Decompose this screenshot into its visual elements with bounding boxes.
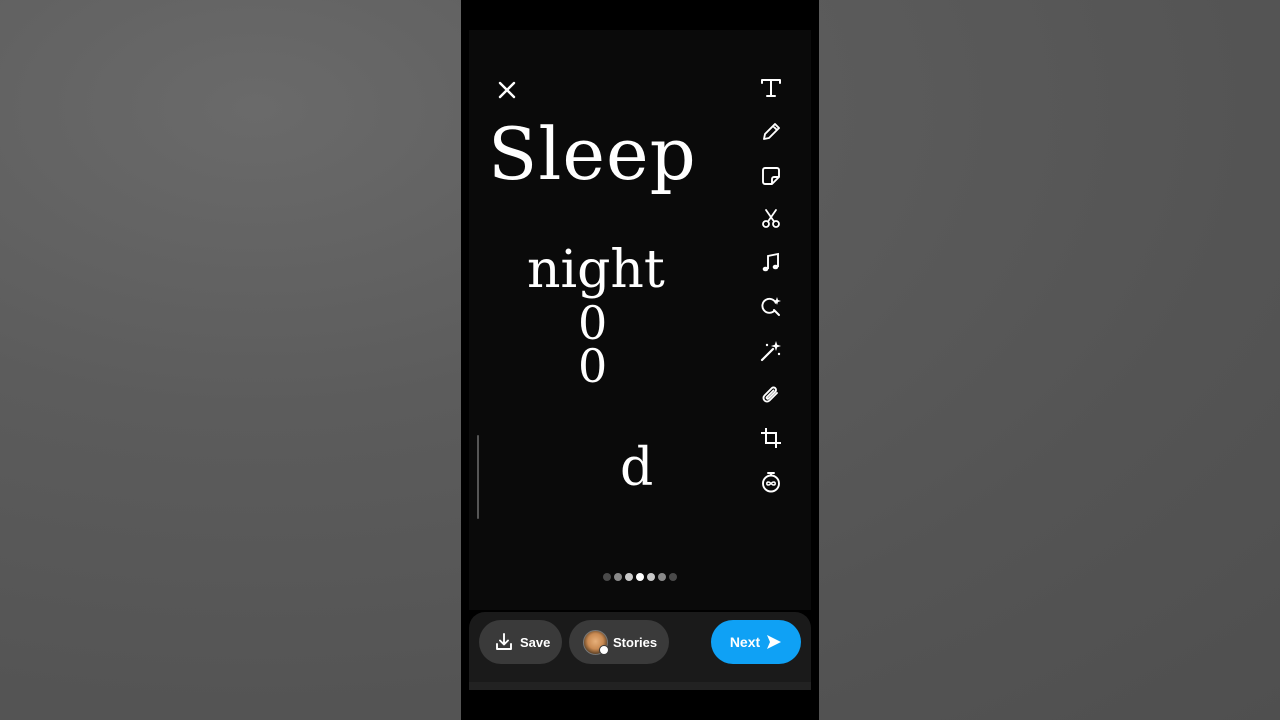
timer-tool-button[interactable] [758, 469, 784, 495]
scissors-icon [762, 209, 780, 229]
avatar [583, 629, 609, 655]
lens-tool-button[interactable] [758, 294, 784, 320]
magic-wand-icon [760, 340, 781, 361]
page-dot [625, 573, 633, 581]
download-icon [496, 633, 512, 650]
music-tool-button[interactable] [758, 250, 784, 276]
music-icon [762, 253, 779, 272]
text-icon [761, 79, 781, 97]
save-button[interactable]: Save [479, 620, 562, 664]
bottom-bar-strip [469, 682, 811, 690]
stories-button[interactable]: Stories [569, 620, 669, 664]
stories-label: Stories [613, 634, 658, 650]
page-dot [614, 573, 622, 581]
caption-letter-d[interactable]: d [620, 442, 653, 494]
page-dot [603, 573, 611, 581]
edge-scroll-handle[interactable] [477, 435, 479, 519]
next-button[interactable]: Next [711, 620, 801, 664]
phone-frame: Sleep night 0 0 d Save Stories Next [461, 0, 819, 720]
sticker-icon [762, 166, 780, 185]
editor-toolbar [758, 75, 784, 513]
bottom-action-bar: Save Stories Next [469, 612, 811, 690]
timer-icon [762, 472, 780, 493]
crop-tool-button[interactable] [758, 425, 784, 451]
save-label: Save [520, 634, 551, 650]
page-dot [647, 573, 655, 581]
crop-icon [761, 428, 781, 449]
scissors-tool-button[interactable] [758, 206, 784, 232]
text-tool-button[interactable] [758, 75, 784, 101]
page-dot-active [636, 573, 644, 581]
next-label: Next [729, 634, 761, 650]
caption-letter-o-2[interactable]: 0 [578, 343, 607, 389]
page-dot [669, 573, 677, 581]
close-icon [498, 81, 516, 99]
sticker-tool-button[interactable] [758, 163, 784, 189]
draw-tool-button[interactable] [758, 119, 784, 145]
magic-tool-button[interactable] [758, 338, 784, 364]
pencil-icon [763, 122, 780, 140]
page-dot [658, 573, 666, 581]
attachment-tool-button[interactable] [758, 382, 784, 408]
close-button[interactable] [497, 80, 517, 100]
caption-word-night[interactable]: night [527, 244, 665, 296]
snap-canvas[interactable]: Sleep night 0 0 d [469, 30, 811, 610]
page-indicator [469, 573, 811, 581]
caption-word-sleep[interactable]: Sleep [488, 118, 697, 190]
paperclip-icon [762, 386, 778, 403]
send-arrow-icon [767, 635, 782, 649]
lens-search-icon [761, 296, 781, 316]
